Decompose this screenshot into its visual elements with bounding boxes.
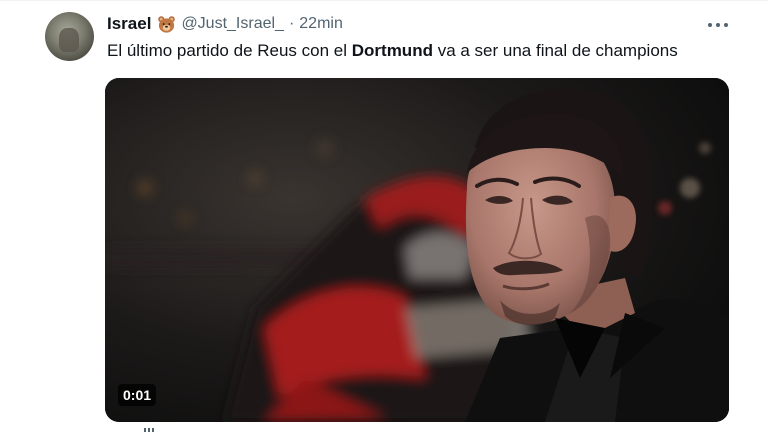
tweet-time[interactable]: 22min (299, 15, 343, 33)
top-divider (0, 0, 768, 1)
author-name[interactable]: Israel (107, 14, 151, 34)
tweet-text-part: va a ser una final de champions (432, 41, 678, 60)
tweet-text-bold: Dortmund (351, 41, 433, 60)
video-timestamp: 0:01 (118, 384, 157, 406)
header-separator: · (288, 15, 295, 32)
avatar[interactable] (45, 12, 94, 61)
bear-face-icon (157, 15, 176, 34)
more-horizontal-icon[interactable] (706, 14, 730, 36)
cropped-action-bar (140, 425, 200, 432)
tweet-header: Israel @Just_Israel_ · 22min (107, 13, 343, 35)
tweet-text-part: El último partido de Reus con el (107, 41, 352, 60)
video-frame (105, 78, 729, 422)
avatar-figure (59, 28, 79, 52)
tweet-text: El último partido de Reus con el Dortmun… (107, 40, 678, 62)
video-player[interactable] (105, 78, 729, 422)
author-handle[interactable]: @Just_Israel_ (181, 15, 284, 33)
